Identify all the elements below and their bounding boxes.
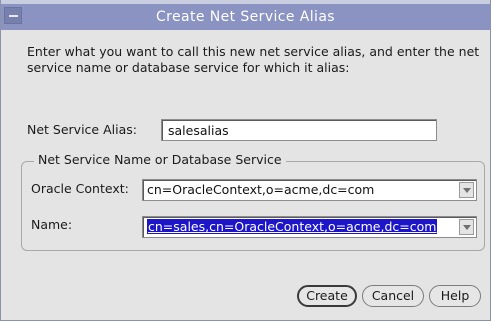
- instructions-text: Enter what you want to call this new net…: [27, 44, 480, 75]
- oracle-context-label: Oracle Context:: [31, 181, 129, 196]
- create-button[interactable]: Create: [297, 285, 357, 307]
- oracle-context-value: cn=OracleContext,o=acme,dc=com: [147, 182, 375, 197]
- cancel-button[interactable]: Cancel: [362, 285, 424, 307]
- help-button[interactable]: Help: [429, 285, 481, 307]
- name-label: Name:: [31, 217, 73, 232]
- net-service-group-legend: Net Service Name or Database Service: [34, 152, 286, 167]
- name-value-selected: cn=sales,cn=OracleContext,o=acme,dc=com: [147, 219, 438, 234]
- title-bar[interactable]: Create Net Service Alias: [1, 0, 490, 30]
- oracle-context-combobox[interactable]: cn=OracleContext,o=acme,dc=com: [142, 179, 477, 201]
- name-dropdown-icon[interactable]: [459, 219, 474, 235]
- create-net-service-alias-dialog: Create Net Service Alias Enter what you …: [0, 0, 491, 321]
- oracle-context-dropdown-icon[interactable]: [459, 182, 474, 198]
- net-service-alias-input[interactable]: [161, 119, 437, 141]
- window-title: Create Net Service Alias: [155, 9, 335, 25]
- net-service-alias-label: Net Service Alias:: [27, 122, 137, 137]
- name-combobox[interactable]: cn=sales,cn=OracleContext,o=acme,dc=com: [142, 216, 477, 238]
